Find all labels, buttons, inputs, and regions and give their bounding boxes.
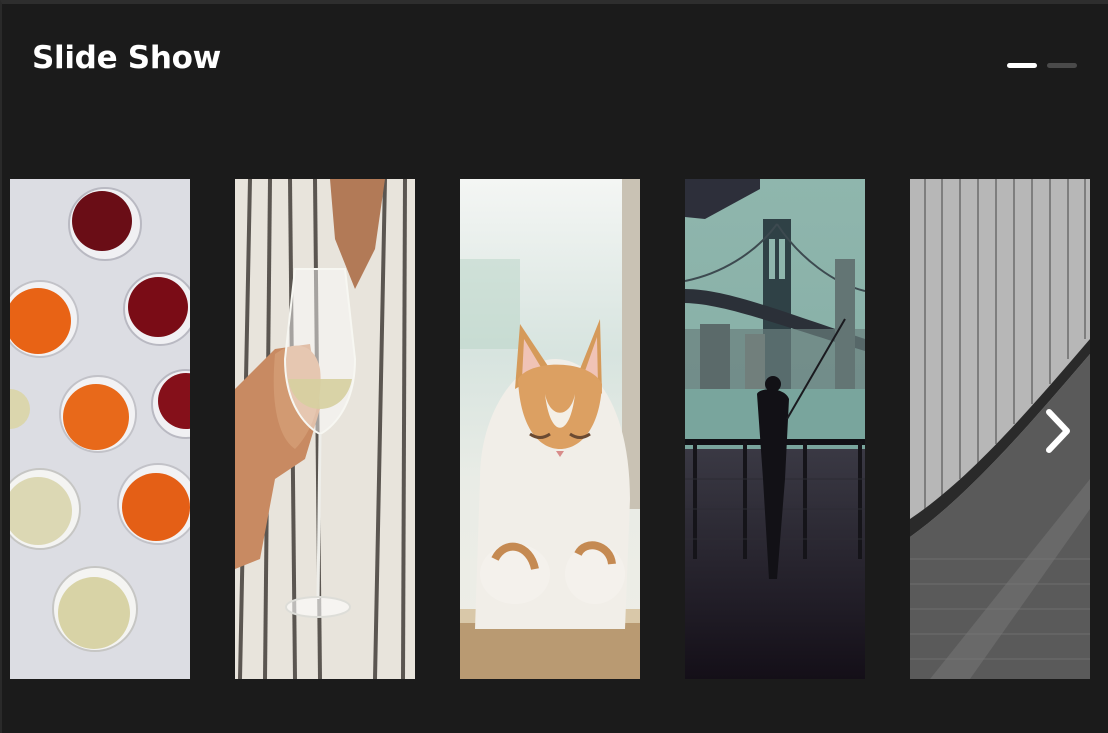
sleeping-cat-image [460, 179, 640, 679]
slide-bridge-fisherman[interactable] [685, 179, 865, 679]
pager-dot-2[interactable] [1047, 63, 1077, 68]
slide-wine-glass-hand[interactable] [235, 179, 415, 679]
slide-sleeping-cat[interactable] [460, 179, 640, 679]
wine-glass-hand-image [235, 179, 415, 679]
pager-dot-1[interactable] [1007, 63, 1037, 68]
next-slide-button[interactable] [1032, 396, 1084, 466]
slideshow-window: Slide Show [0, 0, 1108, 733]
bridge-fisherman-image [685, 179, 865, 679]
chevron-right-icon [1046, 409, 1070, 453]
wine-glasses-image [10, 179, 190, 679]
slide-pager [1007, 63, 1077, 68]
slide-wine-glasses[interactable] [10, 179, 190, 679]
page-title: Slide Show [32, 40, 221, 76]
slide-list [10, 179, 1108, 679]
slide-track [10, 179, 1108, 679]
